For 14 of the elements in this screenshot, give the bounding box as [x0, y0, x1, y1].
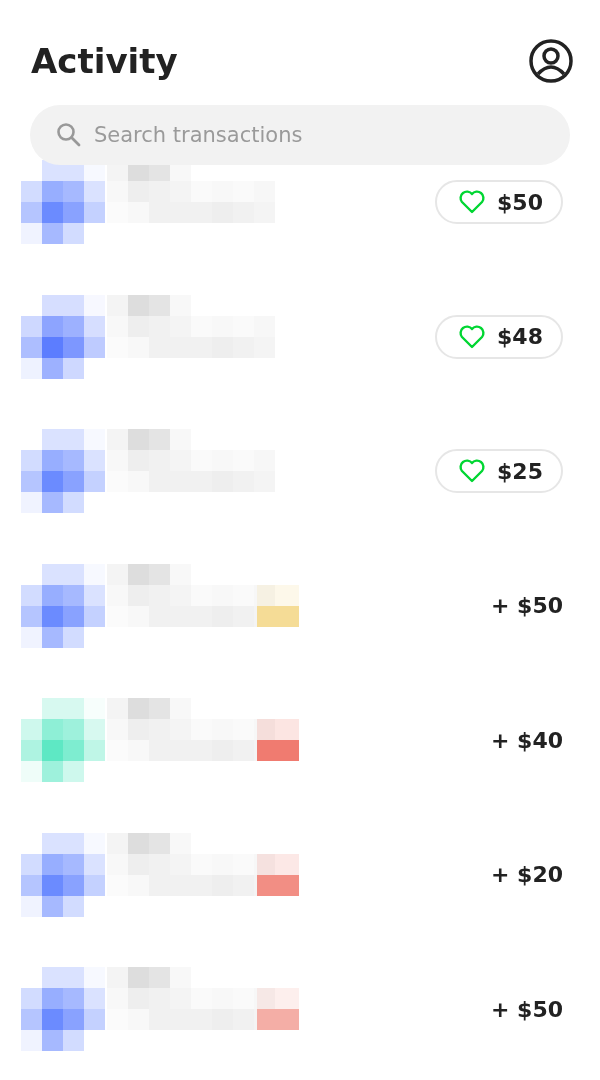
- profile-icon[interactable]: [528, 38, 574, 84]
- tip-amount-button[interactable]: $48: [435, 314, 563, 359]
- heart-icon: [459, 459, 486, 484]
- heart-icon: [459, 190, 486, 215]
- search-field[interactable]: Search transactions: [30, 105, 570, 165]
- amount-text: + $50: [491, 996, 563, 1022]
- tip-amount-button[interactable]: $25: [435, 449, 563, 494]
- page-title: Activity: [31, 41, 178, 81]
- amount-text: + $50: [491, 593, 563, 619]
- tip-amount-button[interactable]: $50: [435, 180, 563, 225]
- heart-icon: [459, 324, 486, 349]
- amount-text: + $40: [491, 727, 563, 753]
- search-icon: [56, 122, 82, 148]
- amount-text: + $20: [491, 862, 563, 888]
